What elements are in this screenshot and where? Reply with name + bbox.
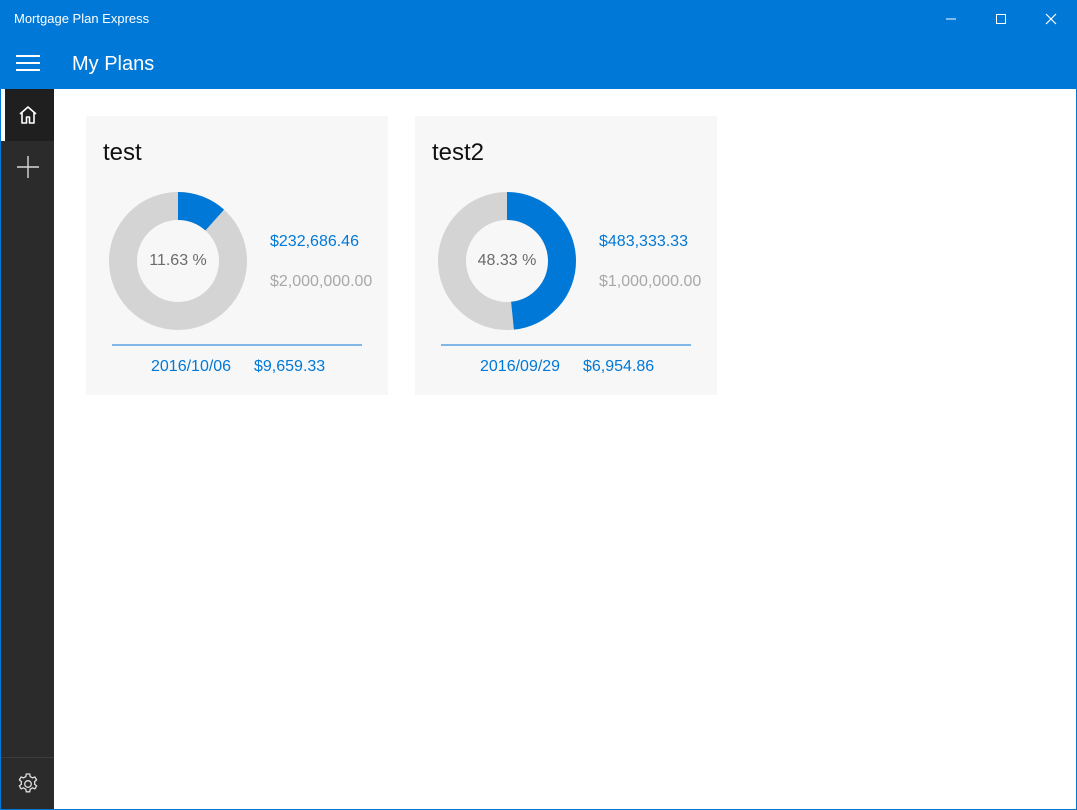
card-divider bbox=[112, 344, 362, 346]
home-icon bbox=[18, 106, 37, 124]
amount-total: $2,000,000.00 bbox=[270, 273, 373, 290]
settings-button[interactable] bbox=[1, 757, 54, 809]
plan-name: test2 bbox=[432, 139, 485, 166]
title-bar: Mortgage Plan Express bbox=[1, 1, 1076, 37]
card-divider bbox=[441, 344, 691, 346]
progress-percent-label: 11.63 % bbox=[149, 252, 207, 269]
close-icon bbox=[1045, 13, 1057, 25]
plan-name: test bbox=[103, 139, 142, 166]
hamburger-icon bbox=[16, 55, 40, 71]
maximize-button[interactable] bbox=[978, 1, 1024, 37]
monthly-payment: $9,659.33 bbox=[254, 358, 326, 375]
sidebar bbox=[1, 89, 54, 809]
minimize-button[interactable] bbox=[928, 1, 974, 37]
plans-content: test 11.63 % $232,686.46 $2,000,000.00 2… bbox=[54, 89, 1076, 809]
add-icon bbox=[16, 156, 39, 178]
plan-card[interactable]: test2 48.33 % $483,333.33 $1,000,000.00 … bbox=[415, 116, 717, 395]
nav-item-home[interactable] bbox=[1, 89, 54, 141]
nav-item-add-plan[interactable] bbox=[1, 141, 54, 193]
monthly-payment: $6,954.86 bbox=[583, 358, 655, 375]
plan-date: 2016/10/06 bbox=[151, 358, 232, 375]
minimize-icon bbox=[946, 18, 956, 20]
plan-card[interactable]: test 11.63 % $232,686.46 $2,000,000.00 2… bbox=[86, 116, 388, 395]
amount-paid: $483,333.33 bbox=[599, 233, 688, 250]
page-title: My Plans bbox=[72, 53, 155, 75]
hamburger-menu-button[interactable] bbox=[1, 37, 55, 89]
amount-total: $1,000,000.00 bbox=[599, 273, 702, 290]
amount-paid: $232,686.46 bbox=[270, 233, 359, 250]
progress-percent-label: 48.33 % bbox=[477, 252, 537, 269]
app-title: Mortgage Plan Express bbox=[14, 11, 150, 26]
maximize-icon bbox=[996, 14, 1006, 24]
active-indicator bbox=[1, 89, 5, 141]
app-header: My Plans bbox=[1, 37, 1076, 89]
app-window: Mortgage Plan Express My Plans test 11.6… bbox=[0, 0, 1077, 810]
gear-icon bbox=[18, 772, 37, 792]
plan-date: 2016/09/29 bbox=[480, 358, 561, 375]
close-button[interactable] bbox=[1028, 1, 1074, 37]
